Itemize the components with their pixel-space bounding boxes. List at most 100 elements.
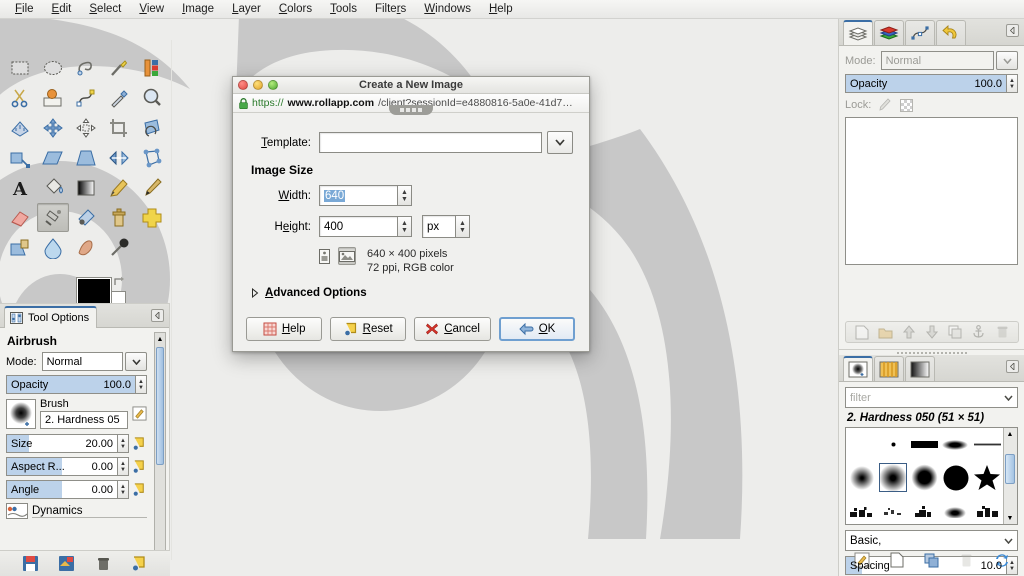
reset-aspect-icon[interactable] [132, 459, 147, 474]
duplicate-layer-icon[interactable] [947, 324, 964, 341]
brush-cell[interactable] [909, 428, 940, 461]
tool-heal[interactable] [136, 203, 168, 232]
channels-tab-icon[interactable] [874, 20, 904, 45]
unit-value[interactable]: px [422, 215, 456, 238]
tab-tool-options[interactable]: Tool Options [4, 306, 98, 328]
portrait-orientation-icon[interactable] [315, 247, 333, 265]
tool-perspective[interactable] [70, 143, 102, 172]
tool-fuzzy-select[interactable] [103, 53, 135, 82]
aspect-ratio-stepper[interactable]: ▲ ▼ [118, 457, 129, 476]
brush-cell[interactable] [972, 428, 1003, 461]
width-stepper[interactable]: ▲ ▼ [398, 185, 412, 206]
tool-scale[interactable] [4, 143, 36, 172]
tool-eraser[interactable] [4, 203, 36, 232]
brush-cell[interactable] [972, 494, 1003, 524]
layer-list[interactable] [845, 117, 1018, 265]
scroll-up-arrow[interactable]: ▲ [155, 333, 165, 345]
brush-filter-input[interactable]: filter [845, 387, 1018, 408]
brush-tag-combo[interactable]: Basic, [845, 530, 1018, 551]
tool-options-menu-button[interactable] [151, 309, 164, 322]
menu-filters[interactable]: Filters [366, 1, 415, 17]
brush-cell-selected[interactable] [877, 461, 908, 494]
scrollbar-thumb[interactable] [156, 347, 164, 465]
foreground-color-swatch[interactable] [76, 277, 112, 305]
menu-tools[interactable]: Tools [321, 1, 366, 17]
menu-view[interactable]: View [130, 1, 173, 17]
brush-preview[interactable] [6, 398, 36, 429]
brush-cell[interactable] [940, 428, 971, 461]
tool-rect-select[interactable] [4, 53, 36, 82]
height-input[interactable]: 400 [319, 216, 398, 237]
dialog-title-bar[interactable]: Create a New Image [233, 77, 589, 94]
brush-value[interactable]: 2. Hardness 05 [40, 411, 128, 429]
tool-cage-transform[interactable] [136, 143, 168, 172]
angle-stepper[interactable]: ▲ ▼ [118, 480, 129, 499]
tool-blur-sharpen[interactable] [37, 233, 69, 262]
template-input[interactable] [319, 132, 542, 153]
tool-text[interactable]: A [4, 173, 36, 202]
size-slider[interactable]: Size 20.00 [6, 434, 118, 453]
opacity-slider[interactable]: Opacity 100.0 [6, 375, 136, 394]
menu-file[interactable]: File [6, 1, 43, 17]
tool-crop[interactable] [103, 113, 135, 142]
new-layer-icon[interactable] [853, 324, 870, 341]
aspect-ratio-slider[interactable]: Aspect R... 0.00 [6, 457, 118, 476]
angle-slider[interactable]: Angle 0.00 [6, 480, 118, 499]
brush-cell[interactable] [877, 428, 908, 461]
tool-clone[interactable] [103, 203, 135, 232]
brush-cell[interactable] [846, 494, 877, 524]
tool-zoom[interactable] [136, 83, 168, 112]
undo-history-tab-icon[interactable] [936, 20, 966, 45]
edit-brush-icon[interactable] [132, 406, 147, 421]
tool-options-scrollbar[interactable]: ▲ ▼ [154, 332, 166, 560]
tool-ellipse-select[interactable] [37, 53, 69, 82]
paths-tab-icon[interactable] [905, 20, 935, 45]
tool-free-select[interactable] [70, 53, 102, 82]
brushes-dock-menu-button[interactable] [1006, 360, 1019, 373]
reset-angle-icon[interactable] [132, 482, 147, 497]
menu-select[interactable]: Select [80, 1, 130, 17]
tool-perspective-clone[interactable] [4, 233, 36, 262]
gradients-tab-icon[interactable] [905, 356, 935, 381]
brush-grid-scrollbar[interactable]: ▲ ▼ [1003, 428, 1017, 524]
menu-windows[interactable]: Windows [415, 1, 480, 17]
tool-gradient[interactable] [70, 173, 102, 202]
unit-stepper[interactable]: ▲ ▼ [456, 215, 470, 238]
menu-layer[interactable]: Layer [223, 1, 270, 17]
brush-cell[interactable] [846, 461, 877, 494]
reset-size-icon[interactable] [132, 436, 147, 451]
tool-paths[interactable] [70, 83, 102, 112]
save-tool-options-icon[interactable] [21, 555, 39, 573]
brush-cell[interactable] [909, 494, 940, 524]
brush-cell[interactable] [972, 461, 1003, 494]
reset-button[interactable]: Reset [330, 317, 407, 341]
chevron-down-icon[interactable] [1004, 395, 1013, 401]
brush-scroll-up-arrow[interactable]: ▲ [1004, 428, 1016, 440]
tool-color-picker[interactable] [103, 83, 135, 112]
swap-colors-icon[interactable] [112, 275, 126, 289]
mode-value[interactable]: Normal [41, 352, 123, 371]
anchor-layer-icon[interactable] [970, 324, 987, 341]
delete-tool-options-icon[interactable] [94, 555, 112, 573]
advanced-options-expander[interactable]: Advanced Options [251, 287, 573, 299]
tool-scissors-select[interactable] [4, 83, 36, 112]
menu-colors[interactable]: Colors [270, 1, 321, 17]
tool-bucket-fill[interactable] [37, 173, 69, 202]
patterns-tab-icon[interactable] [874, 356, 904, 381]
dynamics-label[interactable]: Dynamics [32, 505, 147, 518]
restore-tool-options-icon[interactable] [58, 555, 76, 573]
brush-cell[interactable] [940, 494, 971, 524]
cancel-button[interactable]: Cancel [414, 317, 491, 341]
menu-image[interactable]: Image [173, 1, 223, 17]
delete-layer-icon[interactable] [994, 324, 1011, 341]
tool-rotate[interactable] [136, 113, 168, 142]
layers-tab-icon[interactable] [843, 20, 873, 45]
brush-grid[interactable]: ▲ ▼ [845, 427, 1018, 525]
duplicate-brush-icon[interactable] [923, 551, 941, 569]
brush-cell[interactable] [846, 428, 877, 461]
menu-edit[interactable]: Edit [43, 1, 81, 17]
tool-dodge-burn[interactable] [103, 233, 135, 262]
tool-smudge[interactable] [70, 233, 102, 262]
reset-tool-options-icon[interactable] [131, 555, 149, 573]
tool-ink[interactable] [70, 203, 102, 232]
